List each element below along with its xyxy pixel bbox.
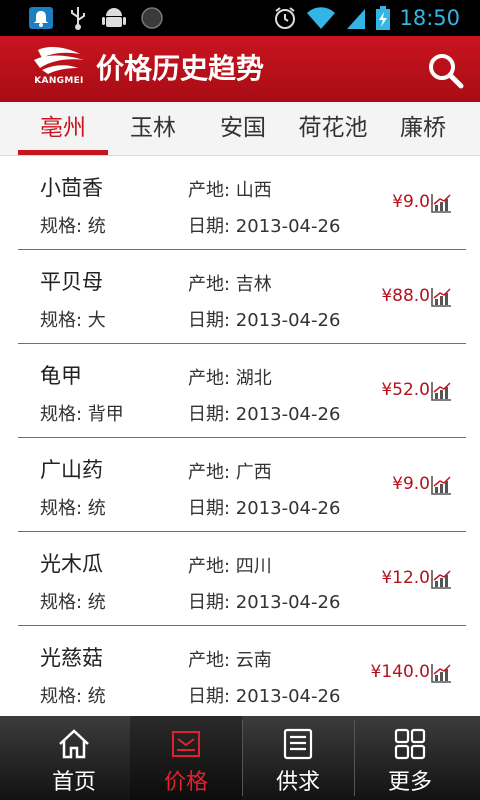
item-price: ¥12.0 — [381, 568, 430, 588]
nav-more-label: 更多 — [387, 770, 432, 795]
status-bar: 18:50 — [0, 0, 480, 36]
signal-icon — [347, 9, 366, 29]
usb-icon — [71, 7, 85, 30]
item-origin: 产地: 广西 — [188, 462, 272, 483]
kangmei-logo: KANGMEI — [28, 46, 90, 94]
trend-chart-icon[interactable] — [430, 568, 452, 590]
home-icon — [59, 729, 89, 759]
tab-anguo[interactable]: 安国 — [198, 102, 288, 156]
trend-chart-icon[interactable] — [430, 286, 452, 308]
list-item[interactable]: 小茴香 规格: 统 产地: 山西 日期: 2013-04-26 ¥9.0 — [18, 156, 466, 250]
trend-chart-icon[interactable] — [430, 474, 452, 496]
item-origin: 产地: 吉林 — [188, 274, 272, 295]
price-icon — [172, 731, 200, 757]
list-item[interactable]: 龟甲 规格: 背甲 产地: 湖北 日期: 2013-04-26 ¥52.0 — [18, 344, 466, 438]
item-date: 日期: 2013-04-26 — [188, 310, 341, 331]
bottom-nav: 首页 价格 供求 更多 — [0, 716, 480, 800]
item-spec: 规格: 大 — [40, 310, 106, 331]
item-origin: 产地: 云南 — [188, 650, 272, 671]
item-name: 平贝母 — [40, 270, 103, 294]
tab-yulin[interactable]: 玉林 — [108, 102, 198, 156]
battery-charging-icon — [376, 6, 391, 30]
page-title: 价格历史趋势 — [96, 52, 265, 85]
item-price: ¥9.0 — [392, 474, 430, 494]
tab-lianqiao[interactable]: 廉桥 — [378, 102, 468, 156]
item-name: 光慈菇 — [40, 646, 103, 670]
item-date: 日期: 2013-04-26 — [188, 498, 341, 519]
search-button[interactable] — [424, 49, 466, 91]
item-price: ¥9.0 — [392, 192, 430, 212]
item-spec: 规格: 背甲 — [40, 404, 124, 425]
item-price: ¥88.0 — [381, 286, 430, 306]
search-icon — [429, 54, 464, 89]
wifi-icon — [307, 7, 336, 30]
grid-icon — [394, 728, 426, 760]
list-item[interactable]: 光木瓜 规格: 统 产地: 四川 日期: 2013-04-26 ¥12.0 — [18, 532, 466, 626]
notification-icon — [29, 7, 53, 29]
item-name: 龟甲 — [40, 364, 82, 388]
item-spec: 规格: 统 — [40, 216, 106, 237]
item-spec: 规格: 统 — [40, 592, 106, 613]
trend-chart-icon[interactable] — [430, 662, 452, 684]
price-list: 小茴香 规格: 统 产地: 山西 日期: 2013-04-26 ¥9.0 平贝母… — [18, 156, 466, 720]
list-icon — [283, 728, 313, 760]
kangmei-logo-mark — [34, 47, 84, 74]
item-price: ¥140.0 — [370, 662, 430, 682]
title-bar: KANGMEI 价格历史趋势 — [0, 36, 480, 102]
list-item[interactable]: 光慈菇 规格: 统 产地: 云南 日期: 2013-04-26 ¥140.0 — [18, 626, 466, 720]
item-name: 光木瓜 — [40, 552, 103, 576]
nav-supply-demand[interactable]: 供求 — [242, 716, 354, 800]
tab-bozhou[interactable]: 亳州 — [18, 102, 108, 156]
nav-home[interactable]: 首页 — [18, 716, 130, 800]
item-price: ¥52.0 — [381, 380, 430, 400]
item-date: 日期: 2013-04-26 — [188, 216, 341, 237]
nav-home-label: 首页 — [51, 770, 96, 795]
status-bar-time: 18:50 — [399, 6, 460, 30]
item-name: 小茴香 — [40, 176, 103, 200]
nav-price[interactable]: 价格 — [130, 716, 242, 800]
item-spec: 规格: 统 — [40, 498, 106, 519]
active-tab-indicator — [18, 150, 108, 155]
tab-hehuachi[interactable]: 荷花池 — [288, 102, 378, 156]
alarm-icon — [275, 7, 296, 29]
status-bar-notifications — [28, 5, 164, 31]
android-icon — [102, 8, 126, 27]
item-origin: 产地: 湖北 — [188, 368, 272, 389]
nav-supply-demand-label: 供求 — [275, 770, 320, 795]
nav-price-label: 价格 — [163, 770, 208, 795]
record-icon — [141, 7, 163, 29]
item-date: 日期: 2013-04-26 — [188, 686, 341, 707]
item-date: 日期: 2013-04-26 — [188, 592, 341, 613]
trend-chart-icon[interactable] — [430, 192, 452, 214]
trend-chart-icon[interactable] — [430, 380, 452, 402]
item-name: 广山药 — [40, 458, 103, 482]
status-bar-system: 18:50 — [273, 4, 460, 32]
list-item[interactable]: 平贝母 规格: 大 产地: 吉林 日期: 2013-04-26 ¥88.0 — [18, 250, 466, 344]
logo-text: KANGMEI — [34, 76, 84, 86]
list-item[interactable]: 广山药 规格: 统 产地: 广西 日期: 2013-04-26 ¥9.0 — [18, 438, 466, 532]
nav-more[interactable]: 更多 — [354, 716, 466, 800]
market-tabs: 亳州 玉林 安国 荷花池 廉桥 — [0, 102, 480, 156]
item-date: 日期: 2013-04-26 — [188, 404, 341, 425]
item-origin: 产地: 四川 — [188, 556, 272, 577]
item-spec: 规格: 统 — [40, 686, 106, 707]
item-origin: 产地: 山西 — [188, 180, 272, 201]
